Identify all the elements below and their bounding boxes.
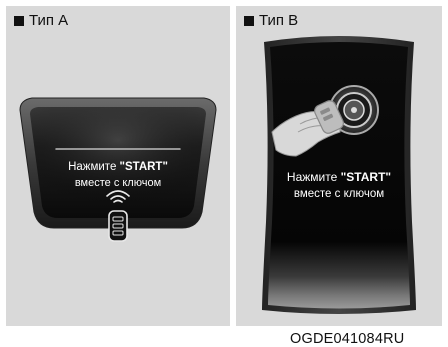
type-a-display: Нажмите "START" вместе с ключом [19,97,217,242]
type-b-prompt-line2: вместе с ключом [294,188,384,200]
type-a-prompt-line2: вместе с ключом [75,177,161,189]
type-b-panel: Тип B Нажмите "START" вместе с ключом [236,6,442,326]
type-b-prompt-line1: Нажмите "START" [287,170,391,184]
type-a-prompt-prefix: Нажмите [68,161,119,173]
key-fob-icon [108,210,128,242]
type-b-prompt-prefix: Нажмите [287,170,341,184]
type-b-prompt-start: "START" [341,170,391,184]
figure-code: OGDE041084RU [290,331,405,347]
type-a-prompt-line1: Нажмите "START" [68,161,168,173]
type-a-panel: Тип A Нажмите "START" вместе с ключом [6,6,230,326]
type-b-display: Нажмите "START" вместе с ключом [262,36,416,314]
type-a-prompt-start: "START" [120,161,168,173]
